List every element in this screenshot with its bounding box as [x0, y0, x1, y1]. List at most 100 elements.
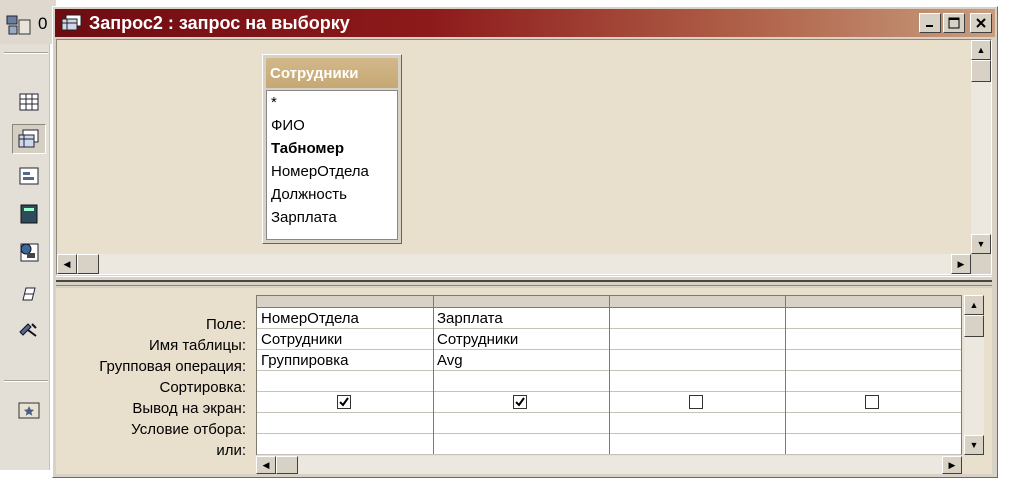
row-label-criteria: Условие отбора: [131, 421, 246, 438]
grid-cell-criteria[interactable] [609, 413, 785, 434]
grid-cell-table[interactable] [785, 329, 961, 350]
grid-cell-sort[interactable] [785, 371, 961, 392]
grid-cell-total[interactable] [785, 350, 961, 371]
up-arrow-icon: ▲ [976, 45, 986, 55]
query-design-window: Запрос2 : запрос на выборку Сотрудники *… [52, 6, 998, 478]
window-title: Запрос2 : запрос на выборку [89, 12, 350, 33]
maximize-button[interactable] [943, 13, 965, 33]
scroll-up-button[interactable]: ▲ [971, 40, 991, 60]
queries-object-button[interactable] [12, 124, 46, 154]
database-window-strip: 0 [0, 0, 56, 470]
grid-horizontal-scrollbar[interactable]: ◀ ▶ [256, 456, 962, 474]
grid-cell-field[interactable] [609, 308, 785, 329]
scroll-left-button[interactable]: ◀ [256, 456, 276, 474]
grid-vertical-scrollbar[interactable]: ▲ ▼ [964, 295, 984, 455]
table-pane-vertical-scrollbar[interactable]: ▲ ▼ [971, 40, 991, 254]
row-label-or: или: [216, 442, 246, 459]
checkmark-icon [339, 397, 349, 407]
row-label-show: Вывод на экран: [132, 400, 246, 417]
strip-separator [4, 380, 48, 382]
grid-cell-criteria[interactable] [433, 413, 609, 434]
grid-cell-field[interactable] [785, 308, 961, 329]
grid-cell-criteria[interactable] [257, 413, 433, 434]
field-list-item[interactable]: * [267, 91, 397, 114]
left-arrow-icon: ◀ [63, 258, 71, 269]
strip-separator [4, 52, 48, 54]
grid-cell-table[interactable]: Сотрудники [257, 329, 433, 350]
table-field-list-title[interactable]: Сотрудники [266, 58, 398, 88]
window-titlebar[interactable]: Запрос2 : запрос на выборку [55, 9, 995, 37]
close-button[interactable] [970, 13, 992, 33]
grid-cell-field[interactable]: НомерОтдела [257, 308, 433, 329]
modules-object-button[interactable] [16, 318, 42, 342]
scroll-right-button[interactable]: ▶ [942, 456, 962, 474]
scroll-thumb[interactable] [276, 456, 298, 474]
scroll-thumb[interactable] [77, 254, 99, 274]
grid-cell-field[interactable]: Зарплата [433, 308, 609, 329]
grid-row-labels: Поле: Имя таблицы: Групповая операция: С… [56, 314, 252, 461]
right-arrow-icon: ▶ [957, 258, 965, 269]
down-arrow-icon: ▼ [969, 440, 979, 450]
grid-cell-sort[interactable] [433, 371, 609, 392]
scrollbar-corner [971, 254, 991, 274]
right-arrow-icon: ▶ [948, 459, 956, 470]
checkmark-icon [515, 397, 525, 407]
row-label-total: Групповая операция: [99, 358, 246, 375]
field-list-item[interactable]: Должность [267, 183, 397, 206]
show-checkbox-checked[interactable] [337, 395, 351, 409]
table-icon [19, 93, 39, 111]
show-checkbox-unchecked[interactable] [865, 395, 879, 409]
scroll-down-button[interactable]: ▼ [971, 234, 991, 254]
close-icon [976, 18, 986, 28]
grid-cell-table[interactable] [609, 329, 785, 350]
forms-object-button[interactable] [16, 164, 42, 188]
table-pane: Сотрудники * ФИО Табномер НомерОтдела До… [56, 39, 992, 275]
show-checkbox-checked[interactable] [513, 395, 527, 409]
table-field-list[interactable]: Сотрудники * ФИО Табномер НомерОтдела До… [262, 54, 402, 244]
pane-splitter[interactable] [56, 276, 992, 286]
reports-object-button[interactable] [16, 202, 42, 226]
grid-cell-table[interactable]: Сотрудники [433, 329, 609, 350]
minimize-button[interactable] [919, 13, 941, 33]
macros-object-button[interactable] [16, 282, 42, 306]
field-list-item-key[interactable]: Табномер [267, 137, 397, 160]
grid-cell-sort[interactable] [609, 371, 785, 392]
query-window-icon [61, 14, 82, 31]
pages-object-button[interactable] [16, 240, 42, 264]
database-window-counter: 0 [38, 14, 48, 33]
scroll-up-button[interactable]: ▲ [964, 295, 984, 315]
grid-cell-sort[interactable] [257, 371, 433, 392]
grid-cell-criteria[interactable] [785, 413, 961, 434]
field-list-item[interactable]: НомерОтдела [267, 160, 397, 183]
grid-cell-total[interactable] [609, 350, 785, 371]
grid-cell-or[interactable] [257, 434, 433, 455]
database-icon [6, 15, 31, 35]
scroll-thumb[interactable] [971, 60, 991, 82]
grid-cell-total[interactable]: Avg [433, 350, 609, 371]
grid-cell-or[interactable] [785, 434, 961, 455]
show-checkbox-unchecked[interactable] [689, 395, 703, 409]
scroll-thumb[interactable] [964, 315, 984, 337]
database-window-titlebar: 0 [0, 0, 56, 44]
scroll-left-button[interactable]: ◀ [57, 254, 77, 274]
field-list-item[interactable]: ФИО [267, 114, 397, 137]
table-pane-horizontal-scrollbar[interactable]: ◀ ▶ [57, 254, 971, 274]
field-list-item[interactable]: Зарплата [267, 206, 397, 229]
table-field-list-items: * ФИО Табномер НомерОтдела Должность Зар… [266, 90, 398, 240]
row-label-sort: Сортировка: [159, 379, 247, 396]
grid-cell-or[interactable] [433, 434, 609, 455]
form-icon [19, 167, 39, 185]
design-grid-pane: Поле: Имя таблицы: Групповая операция: С… [56, 288, 992, 474]
scroll-down-button[interactable]: ▼ [964, 435, 984, 455]
scroll-right-button[interactable]: ▶ [951, 254, 971, 274]
grid-cell-or[interactable] [609, 434, 785, 455]
page-icon [20, 243, 39, 262]
row-label-table: Имя таблицы: [148, 337, 246, 354]
groups-object-button[interactable] [16, 398, 42, 422]
module-icon [19, 323, 37, 337]
design-grid: НомерОтдела Сотрудники Группировка Зарпл… [256, 295, 962, 455]
grid-cell-total[interactable]: Группировка [257, 350, 433, 371]
macro-icon [22, 287, 36, 301]
favorites-folder-icon [18, 402, 40, 419]
tables-object-button[interactable] [16, 90, 42, 114]
